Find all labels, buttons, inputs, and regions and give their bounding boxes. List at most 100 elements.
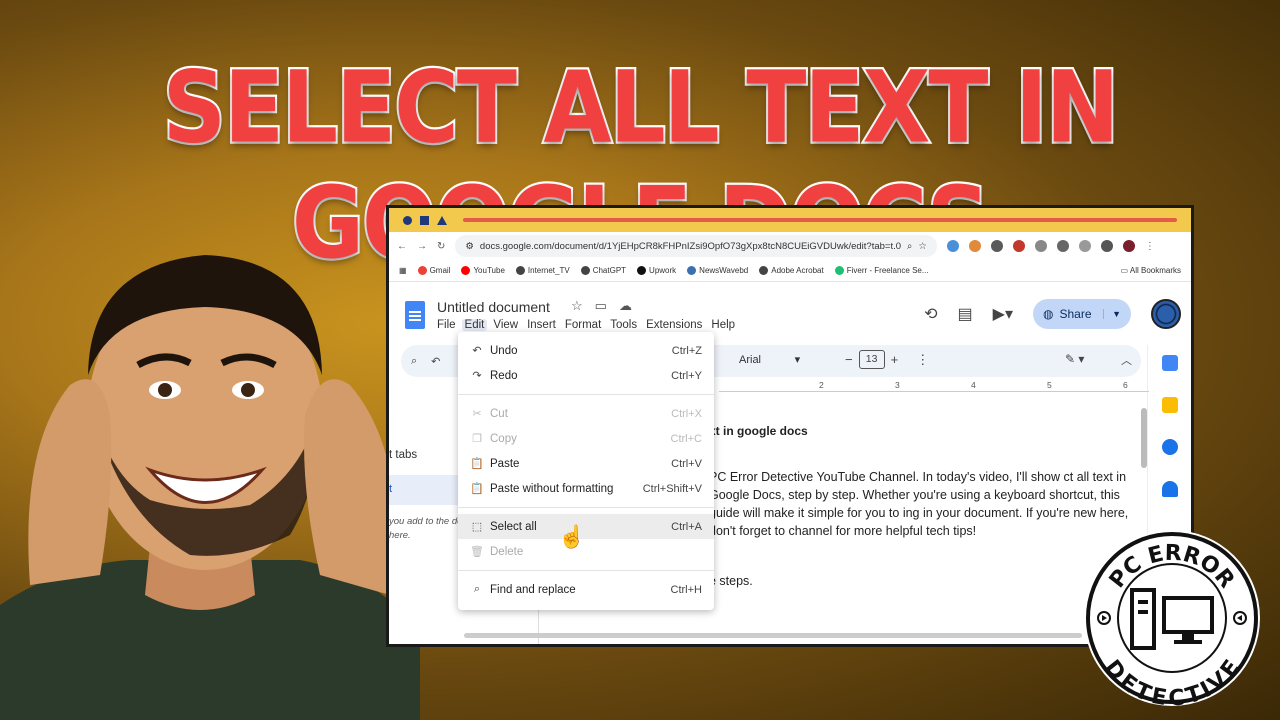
back-icon[interactable]: ← xyxy=(397,241,407,252)
bookmark-label: Upwork xyxy=(649,265,677,275)
bookmark-label: Internet_TV xyxy=(527,265,570,275)
select-all-icon: ⬚ xyxy=(471,521,483,533)
menu-insert[interactable]: Insert xyxy=(527,319,556,331)
bookmark-item[interactable]: Fiverr - Freelance Se... xyxy=(834,266,929,276)
menu-item-shortcut: Ctrl+C xyxy=(670,432,702,445)
apps-icon[interactable]: ▦ xyxy=(399,266,407,275)
menu-item-label: Cut xyxy=(490,407,508,420)
bookmark-label: Gmail xyxy=(429,265,451,275)
menu-separator xyxy=(458,507,714,508)
menu-extensions[interactable]: Extensions xyxy=(646,319,702,331)
hand-cursor-icon: ☝ xyxy=(558,524,586,549)
share-dropdown-icon[interactable]: ▼ xyxy=(1103,309,1121,319)
menu-item-label: Undo xyxy=(490,344,518,357)
ruler: 234567 xyxy=(719,380,1149,392)
media-icon[interactable] xyxy=(1078,240,1091,252)
menu-item-cut[interactable]: ✂ Cut Ctrl+X xyxy=(458,401,714,426)
bookmark-item[interactable]: Gmail xyxy=(417,265,451,276)
menu-help[interactable]: Help xyxy=(711,319,735,331)
bookmark-label: Adobe Acrobat xyxy=(771,265,824,275)
extension-icon[interactable] xyxy=(1012,240,1025,252)
account-avatar[interactable] xyxy=(1151,299,1181,329)
menu-item-undo[interactable]: ↶ Undo Ctrl+Z xyxy=(458,338,714,363)
bookmark-label: NewsWavebd xyxy=(699,265,749,275)
font-size-input[interactable]: 13 xyxy=(858,350,885,369)
all-bookmarks-label: All Bookmarks xyxy=(1129,266,1181,275)
bookmark-item[interactable]: NewsWavebd xyxy=(687,265,749,276)
reload-icon[interactable]: ↻ xyxy=(437,241,445,252)
menu-item-label: Paste xyxy=(490,457,520,470)
search-menus-icon[interactable]: ⌕ xyxy=(411,355,417,368)
site-info-icon[interactable]: ⚙ xyxy=(465,241,474,252)
extension-icon[interactable] xyxy=(946,240,959,252)
menu-item-delete[interactable]: 🗑 Delete xyxy=(458,539,714,564)
menu-item-label: Find and replace xyxy=(490,583,576,596)
horizontal-scrollbar[interactable] xyxy=(464,633,1082,638)
menu-edit[interactable]: Edit xyxy=(461,319,488,331)
meet-icon[interactable]: ▶▾ xyxy=(993,304,1013,324)
increase-font-icon[interactable]: + xyxy=(891,352,899,367)
document-title[interactable]: Untitled document xyxy=(437,299,550,315)
ruler-tick-label: 2 xyxy=(819,380,824,390)
address-bar[interactable]: ⚙ docs.google.com/document/d/1YjEHpCR8kF… xyxy=(455,235,937,257)
bookmark-favicon-icon xyxy=(515,266,525,276)
redo-icon: ↷ xyxy=(472,370,482,382)
ruler-tick-label: 6 xyxy=(1123,380,1128,390)
keep-icon[interactable] xyxy=(1162,397,1178,413)
all-bookmarks-link[interactable]: ▭ All Bookmarks xyxy=(1121,266,1181,275)
undo-icon: ↶ xyxy=(472,345,482,357)
share-button[interactable]: ◍ Share ▼ xyxy=(1033,299,1131,329)
undo-toolbar-icon[interactable]: ↶ xyxy=(431,355,440,368)
menu-item-copy[interactable]: ❐ Copy Ctrl+C xyxy=(458,426,714,451)
extension-icon[interactable] xyxy=(968,240,981,252)
bookmark-label: ChatGPT xyxy=(592,265,627,275)
menu-item-label: Paste without formatting xyxy=(490,482,614,495)
comments-icon[interactable]: ▤ xyxy=(958,304,973,324)
contacts-icon[interactable] xyxy=(1162,481,1178,497)
more-options-icon[interactable]: ⋮ xyxy=(916,352,929,368)
bookmark-item[interactable]: Internet_TV xyxy=(515,265,570,276)
puzzle-icon[interactable] xyxy=(1056,240,1069,252)
bookmark-favicon-icon xyxy=(417,266,427,276)
menu-item-select-all[interactable]: ⬚ Select all Ctrl+A xyxy=(458,514,714,539)
font-selector[interactable]: Arial ▾ xyxy=(739,353,800,366)
menu-item-find-and-replace[interactable]: ⌕ Find and replace Ctrl+H xyxy=(458,577,714,602)
profile-icon[interactable] xyxy=(1122,240,1135,252)
move-folder-icon[interactable]: ▭ xyxy=(595,298,607,314)
bookmark-item[interactable]: Upwork xyxy=(637,265,677,276)
tasks-icon[interactable] xyxy=(1162,439,1178,455)
decrease-font-icon[interactable]: − xyxy=(845,352,853,367)
menu-tools[interactable]: Tools xyxy=(610,319,637,331)
version-history-icon[interactable]: ⟲ xyxy=(924,304,937,324)
menu-item-paste-without-formatting[interactable]: 📋 Paste without formatting Ctrl+Shift+V xyxy=(458,476,714,501)
menu-item-paste[interactable]: 📋 Paste Ctrl+V xyxy=(458,451,714,476)
bookmark-item[interactable]: YouTube xyxy=(461,266,505,276)
menu-bar: File Edit View Insert Format Tools Extensions H… xyxy=(437,319,735,331)
bookmark-favicon-icon xyxy=(637,266,647,276)
screen-record-icon[interactable] xyxy=(1034,240,1047,252)
vertical-scrollbar[interactable] xyxy=(1141,408,1147,468)
menu-item-label: Delete xyxy=(490,545,524,558)
docs-logo-icon[interactable] xyxy=(405,301,425,329)
cloud-status-icon[interactable]: ☁ xyxy=(619,298,632,314)
more-menu-icon[interactable]: ⋮ xyxy=(1145,241,1155,252)
bookmark-item[interactable]: ChatGPT xyxy=(580,265,627,276)
forward-icon[interactable]: → xyxy=(417,241,427,252)
menu-file[interactable]: File xyxy=(437,319,456,331)
calculator-icon[interactable] xyxy=(990,240,1003,252)
editing-mode-icon[interactable]: ✎ ▾ xyxy=(1065,352,1084,366)
collapse-toolbar-icon[interactable]: ︿ xyxy=(1121,352,1132,368)
bookmark-star-icon[interactable]: ☆ xyxy=(918,241,927,252)
star-icon[interactable]: ☆ xyxy=(571,298,583,314)
menu-item-shortcut: Ctrl+X xyxy=(671,407,702,420)
menu-item-redo[interactable]: ↷ Redo Ctrl+Y xyxy=(458,363,714,388)
bookmark-favicon-icon xyxy=(580,266,590,276)
menu-format[interactable]: Format xyxy=(565,319,601,331)
zoom-icon[interactable]: ⌕ xyxy=(907,241,912,252)
download-icon[interactable] xyxy=(1100,240,1113,252)
menu-view[interactable]: View xyxy=(493,319,518,331)
globe-icon: ◍ xyxy=(1043,307,1054,321)
calendar-icon[interactable] xyxy=(1162,355,1178,371)
delete-icon: 🗑 xyxy=(470,546,484,558)
bookmark-item[interactable]: Adobe Acrobat xyxy=(759,265,824,276)
